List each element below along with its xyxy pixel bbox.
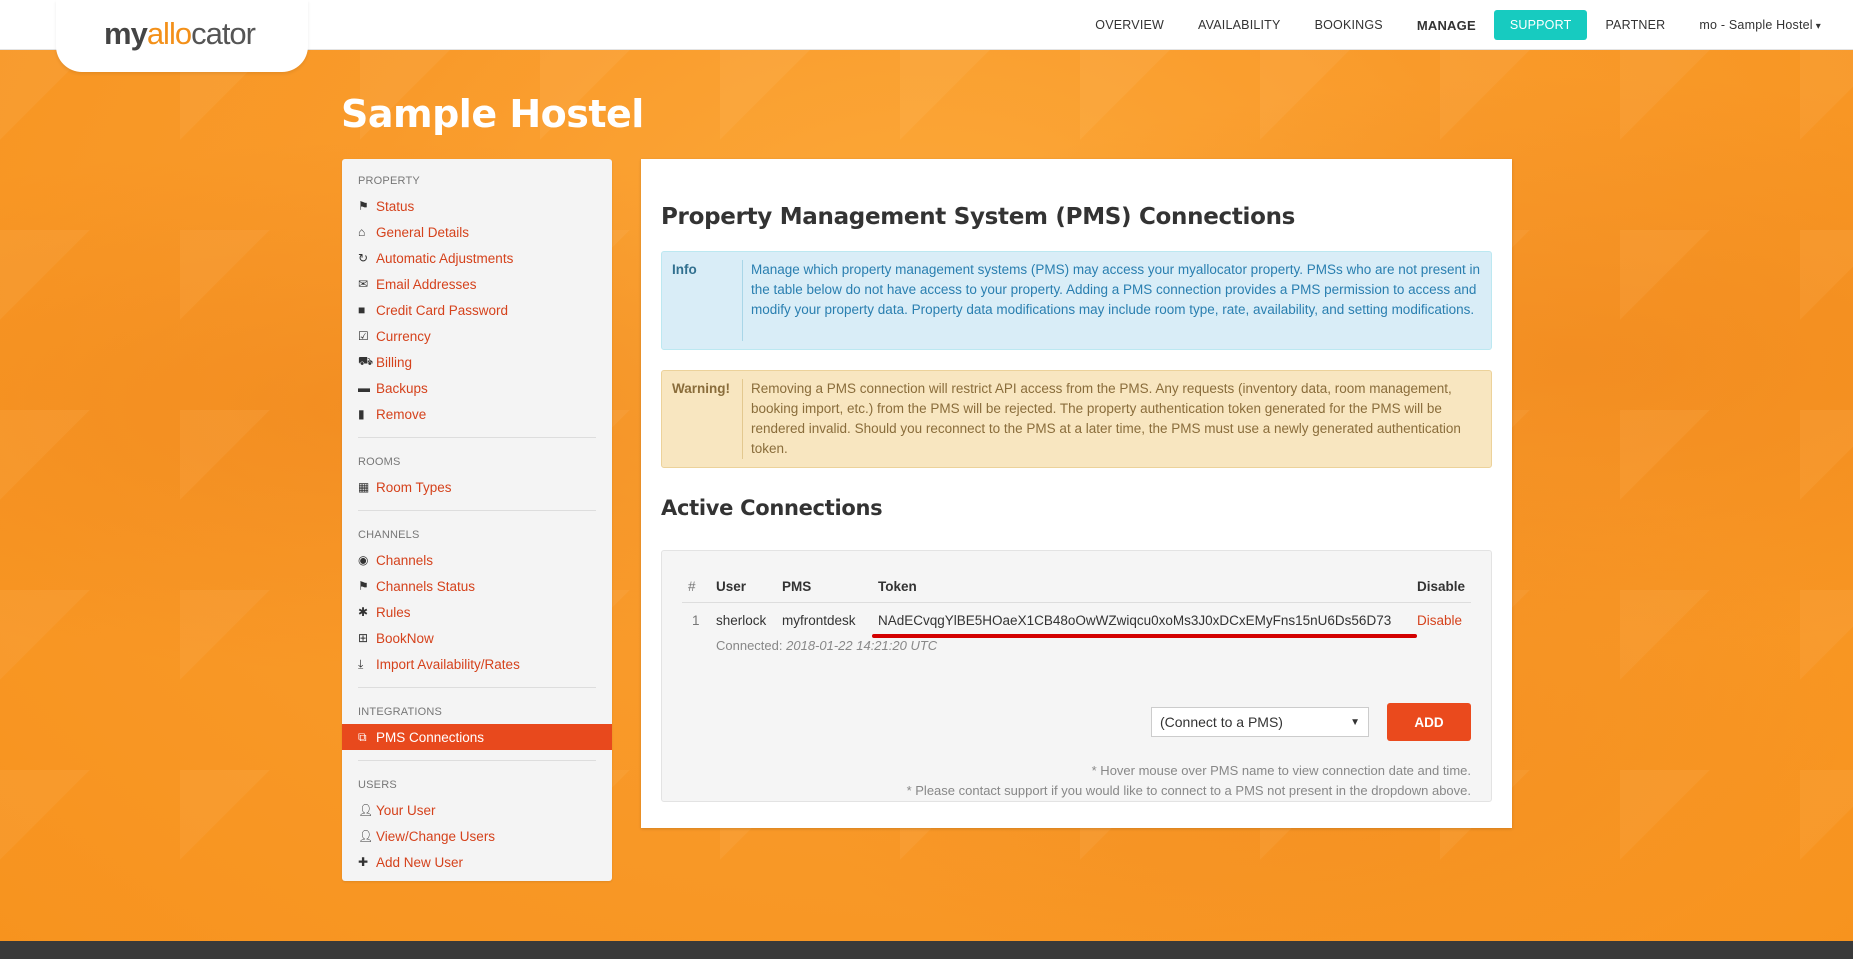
sidebar-heading: USERS [358,779,397,791]
main-title: Property Management System (PMS) Connect… [661,204,1296,230]
warning-alert: Warning! Removing a PMS connection will … [661,370,1492,468]
notes: * Hover mouse over PMS name to view conn… [907,761,1471,801]
row-user: sherlock [716,613,767,628]
sidebar-item-add-new-user[interactable]: ✚ Add New User [358,849,596,875]
col-header-pms: PMS [776,571,872,603]
home-icon: ⌂ [358,225,366,239]
disable-link[interactable]: Disable [1411,603,1471,637]
flag-icon: ⚑ [358,199,369,213]
sidebar-item-backups[interactable]: ▬ Backups [358,375,596,401]
user-icon: 👤︎ [358,829,374,843]
user-menu-dropdown[interactable]: mo - Sample Hostel [1699,18,1821,32]
myallocator-logo[interactable]: myallocator [104,16,256,52]
nav-partner[interactable]: PARTNER [1605,18,1665,32]
sidebar-item-view-change-users[interactable]: 👤︎ View/Change Users [358,823,596,849]
sidebar-item-room-types[interactable]: ▦ Room Types [358,474,596,500]
pms-select-dropdown[interactable]: (Connect to a PMS) ▼ [1151,707,1369,737]
warning-alert-label: Warning! [672,381,730,396]
table-row: 1 sherlock myfrontdesk NAdECvqgYlBE5HOae… [682,603,1471,638]
add-button[interactable]: ADD [1387,703,1471,741]
sidebar-item-status[interactable]: ⚑ Status [358,193,596,219]
row-pms[interactable]: myfrontdesk [776,603,872,637]
info-alert: Info Manage which property management sy… [661,251,1492,350]
sidebar-section-channels: CHANNELS ◉ Channels ⚑ Channels Status ✱ Rul… [342,529,612,677]
sidebar-divider [358,437,596,438]
flag-icon: ⚑ [358,579,369,593]
sidebar-item-your-user[interactable]: 👤︎ Your User [358,797,596,823]
note-contact-support: * Please contact support if you would li… [906,783,1471,798]
sidebar-heading: CHANNELS [358,529,420,541]
edit-icon: ☑ [358,329,369,343]
sidebar-item-rules[interactable]: ✱ Rules [358,599,596,625]
row-token-cell: NAdECvqgYlBE5HOaeX1CB48oOwWZwiqcu0xoMs3J… [872,603,1417,638]
sidebar-section-users: USERS 👤︎ Your User 👤︎ View/Change Users ✚ A… [342,779,612,875]
note-hover: * Hover mouse over PMS name to view conn… [1091,763,1471,778]
footer-bar [0,941,1853,959]
nav-availability[interactable]: AVAILABILITY [1198,18,1281,32]
sidebar-heading: ROOMS [358,456,401,468]
table-header-row: # User PMS Token Disable [682,571,1471,603]
info-alert-text: Manage which property management systems… [742,260,1481,341]
nav-bookings[interactable]: BOOKINGS [1315,18,1383,32]
main-nav: OVERVIEW AVAILABILITY BOOKINGS MANAGE SU… [1061,0,1821,50]
connections-well: # User PMS Token Disable 1 sherlock myfr… [661,550,1492,802]
sidebar-item-channels[interactable]: ◉ Channels [358,547,596,573]
trash-icon: ▮ [358,407,365,421]
sidebar-item-general-details[interactable]: ⌂ General Details [358,219,596,245]
sidebar-section-property: PROPERTY ⚑ Status ⌂ General Details ↻ Autom… [342,175,612,427]
asterisk-icon: ✱ [358,605,369,619]
nav-support-button[interactable]: SUPPORT [1493,10,1588,40]
sidebar-item-credit-card-password[interactable]: ■ Credit Card Password [358,297,596,323]
sidebar-item-import-availability-rates[interactable]: ⤓ Import Availability/Rates [358,651,596,677]
globe-icon: ◉ [358,553,369,567]
active-connections-title: Active Connections [661,496,883,520]
sidebar-heading: INTEGRATIONS [358,706,443,718]
sidebar-item-channels-status[interactable]: ⚑ Channels Status [358,573,596,599]
sidebar-divider [358,687,596,688]
row-token: NAdECvqgYlBE5HOaeX1CB48oOwWZwiqcu0xoMs3J… [878,613,1392,628]
info-alert-label: Info [672,262,697,277]
sidebar-item-booknow[interactable]: ⊞ BookNow [358,625,596,651]
connections-table: # User PMS Token Disable 1 sherlock myfr… [682,571,1471,638]
download-icon: ⤓ [358,656,364,671]
envelope-icon: ✉ [358,277,369,291]
external-link-icon: ⧉ [358,729,367,744]
widgets-icon: ⊞ [358,631,369,645]
add-connection-row: (Connect to a PMS) ▼ ADD [1151,703,1471,741]
page-title: Sample Hostel [341,92,644,136]
plus-icon: ✚ [358,855,369,869]
user-icon: 👤︎ [358,803,374,817]
sidebar-item-email-addresses[interactable]: ✉ Email Addresses [358,271,596,297]
sidebar-section-rooms: ROOMS ▦ Room Types [342,456,612,500]
lock-icon: ■ [358,303,366,317]
col-header-token: Token [872,571,1411,603]
sidebar-item-pms-connections[interactable]: ⧉ PMS Connections [342,724,612,750]
hdd-icon: ▬ [358,381,370,395]
sidebar-heading: PROPERTY [358,175,420,187]
row-num: 1 [692,613,700,628]
refresh-icon: ↻ [358,251,369,265]
connected-timestamp: Connected: 2018-01-22 14:21:20 UTC [716,638,938,653]
col-header-user: User [710,571,776,603]
sidebar-item-remove[interactable]: ▮ Remove [358,401,596,427]
nav-manage[interactable]: MANAGE [1417,18,1476,33]
caret-down-icon: ▼ [1350,716,1360,728]
sidebar-item-billing[interactable]: ⛟ Billing [358,349,596,375]
sidebar-divider [358,760,596,761]
col-header-disable: Disable [1410,571,1471,603]
nav-overview[interactable]: OVERVIEW [1095,18,1164,32]
sidebar-item-automatic-adjustments[interactable]: ↻ Automatic Adjustments [358,245,596,271]
col-header-num: # [682,571,710,603]
main-panel: Property Management System (PMS) Connect… [641,159,1512,828]
sidebar-section-integrations: INTEGRATIONS ⧉ PMS Connections [342,706,612,750]
sidebar-item-currency[interactable]: ☑ Currency [358,323,596,349]
warning-alert-text: Removing a PMS connection will restrict … [742,379,1481,459]
grid-icon: ▦ [358,480,370,494]
sidebar-divider [358,510,596,511]
cart-icon: ⛟ [358,354,374,368]
sidebar: PROPERTY ⚑ Status ⌂ General Details ↻ Autom… [342,159,612,881]
red-underline-annotation [872,634,1417,638]
